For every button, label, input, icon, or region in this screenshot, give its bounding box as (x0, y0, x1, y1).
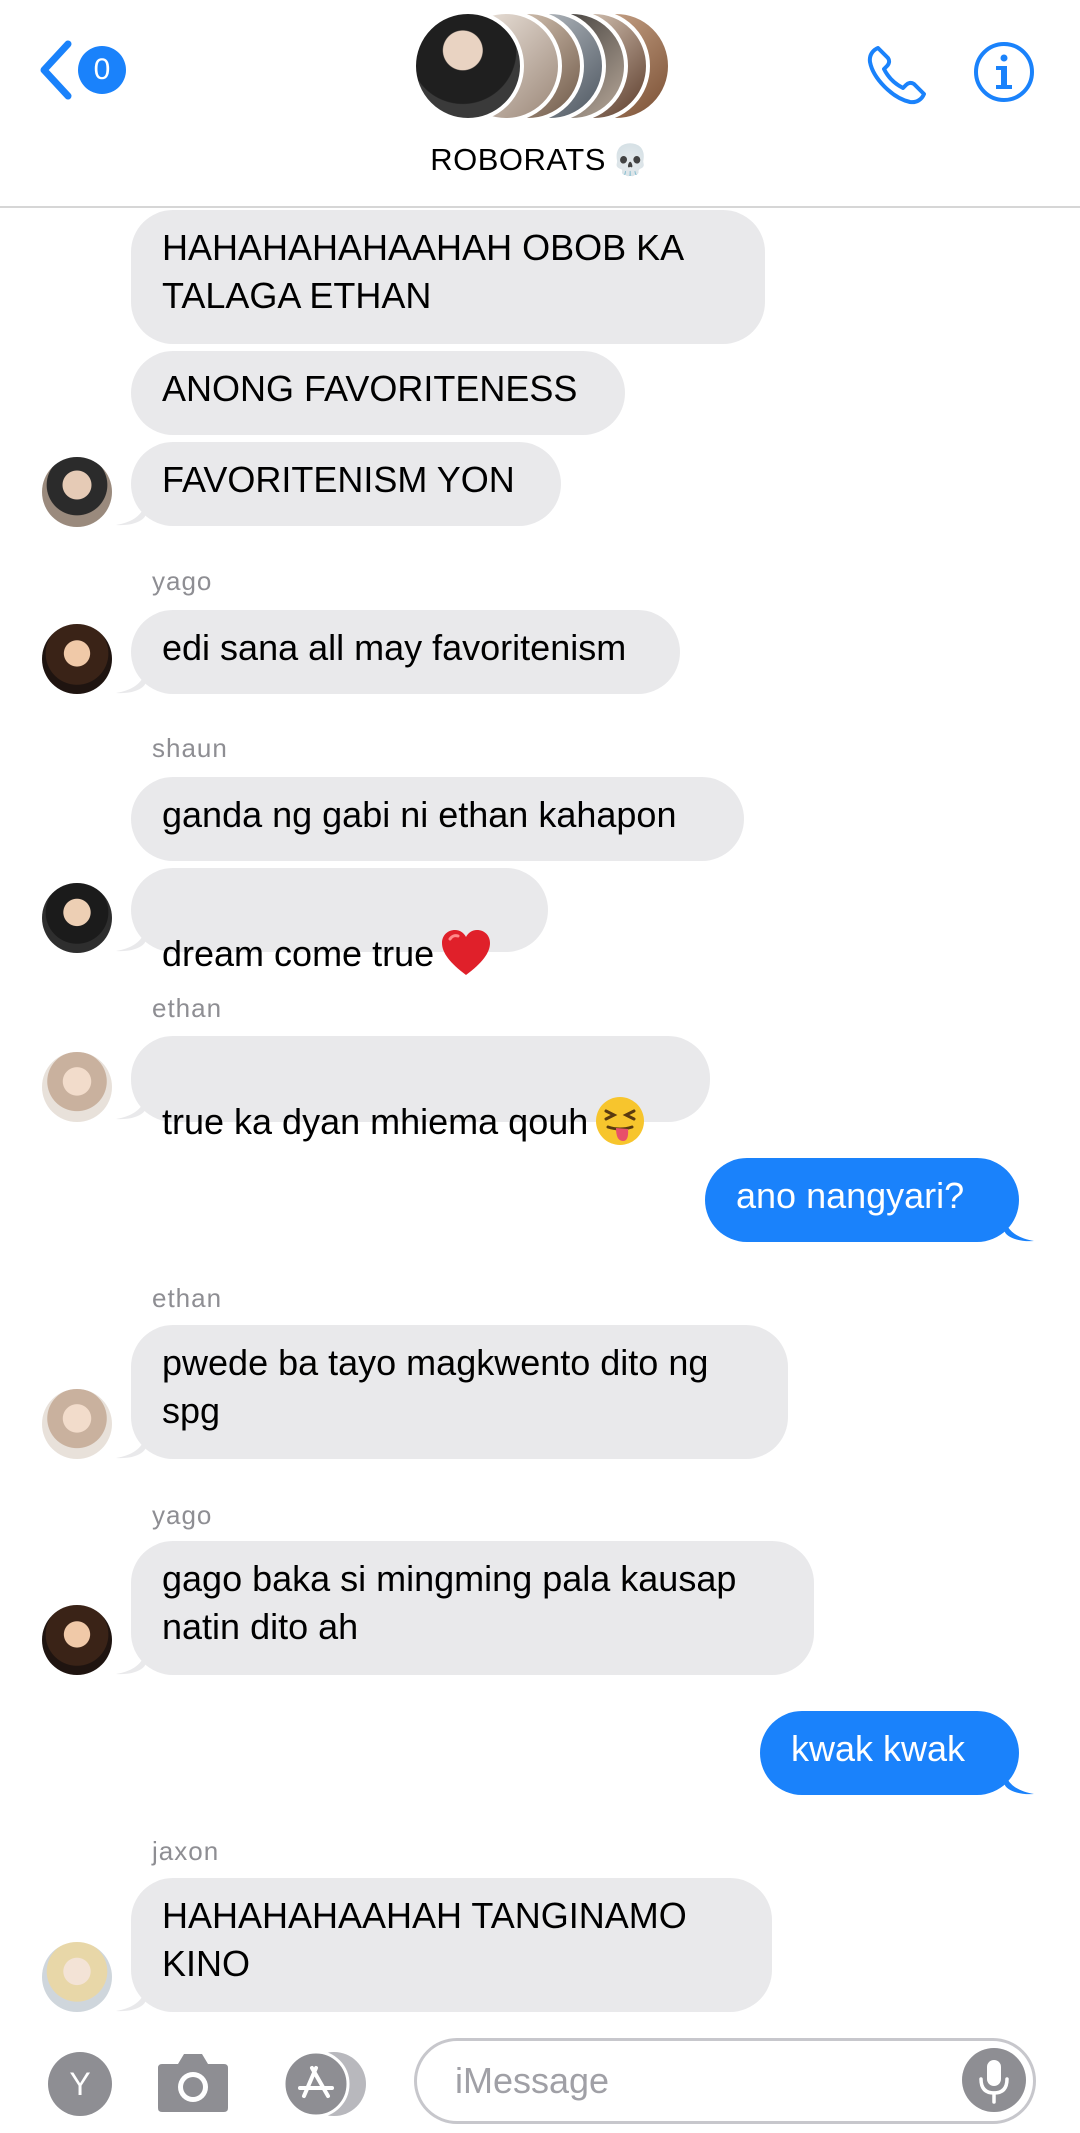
message-bubble[interactable]: dream come true (131, 868, 548, 976)
skull-emoji-icon: 💀 (611, 143, 650, 178)
avatar[interactable] (42, 1052, 112, 1122)
avatar[interactable] (42, 624, 112, 694)
microphone-icon (979, 2060, 1009, 2104)
bubble-tail (116, 1986, 146, 2012)
info-icon[interactable] (972, 40, 1036, 104)
imessage-input[interactable]: iMessage (414, 2038, 1036, 2124)
sender-name: yago (152, 1500, 213, 1530)
sender-name: shaun (152, 733, 228, 763)
message-bubble[interactable]: HAHAHAHAAHAH TANGINAMO KINO (131, 1878, 772, 2012)
message-bubble[interactable]: ANONG FAVORITENESS (131, 351, 625, 435)
squinting-face-with-tongue-icon (596, 1097, 645, 1146)
unread-count-badge: 0 (78, 46, 126, 94)
message-bubble[interactable]: true ka dyan mhiema qouh (131, 1036, 710, 1146)
message-bubble[interactable]: ganda ng gabi ni ethan kahapon (131, 777, 744, 861)
avatar[interactable] (42, 457, 112, 527)
sender-name: ethan (152, 993, 223, 1023)
sender-name: jaxon (152, 1836, 220, 1866)
group-title[interactable]: ROBORATS 💀 (0, 142, 1080, 178)
camera-icon[interactable] (154, 2048, 232, 2116)
message-bubble[interactable]: kwak kwak (760, 1711, 1019, 1795)
app-store-icon[interactable] (282, 2050, 374, 2118)
message-bubble[interactable]: ano nangyari? (705, 1158, 1019, 1242)
avatar[interactable] (42, 883, 112, 953)
chevron-left-icon (40, 40, 72, 100)
bubble-tail (116, 1433, 146, 1459)
bubble-tail (1004, 1769, 1034, 1795)
bubble-tail (116, 1094, 146, 1120)
message-bubble[interactable]: HAHAHAHAHAAHAH OBOB KA TALAGA ETHAN (131, 210, 765, 344)
message-bubble[interactable]: gago baka si mingming pala kausap natin … (131, 1541, 814, 1675)
red-heart-icon (442, 930, 491, 976)
message-bubble[interactable]: edi sana all may favoritenism (131, 610, 680, 694)
sender-name: yago (152, 566, 213, 596)
message-text: true ka dyan mhiema qouh (162, 1101, 589, 1142)
member-avatar (412, 10, 524, 122)
avatar[interactable] (42, 1389, 112, 1459)
message-text: dream come true (162, 933, 435, 974)
app-drawer-button[interactable]: Y (48, 2052, 112, 2116)
bubble-tail (1004, 1216, 1034, 1242)
bubble-tail (116, 500, 146, 526)
conversation-header: 0 ROBORATS 💀 (0, 0, 1080, 208)
bubble-tail (116, 1649, 146, 1675)
phone-icon[interactable] (862, 40, 932, 110)
microphone-button[interactable] (962, 2048, 1026, 2112)
message-bubble[interactable]: FAVORITENISM YON (131, 442, 561, 526)
group-avatar-stack[interactable] (412, 10, 672, 122)
sender-name: ethan (152, 1283, 223, 1313)
group-name: ROBORATS (430, 142, 606, 177)
message-bubble[interactable]: pwede ba tayo magkwento dito ng spg (131, 1325, 788, 1459)
avatar[interactable] (42, 1605, 112, 1675)
avatar[interactable] (42, 1942, 112, 2012)
back-button[interactable]: 0 (38, 38, 128, 102)
bubble-tail (116, 926, 146, 952)
bubble-tail (116, 668, 146, 694)
